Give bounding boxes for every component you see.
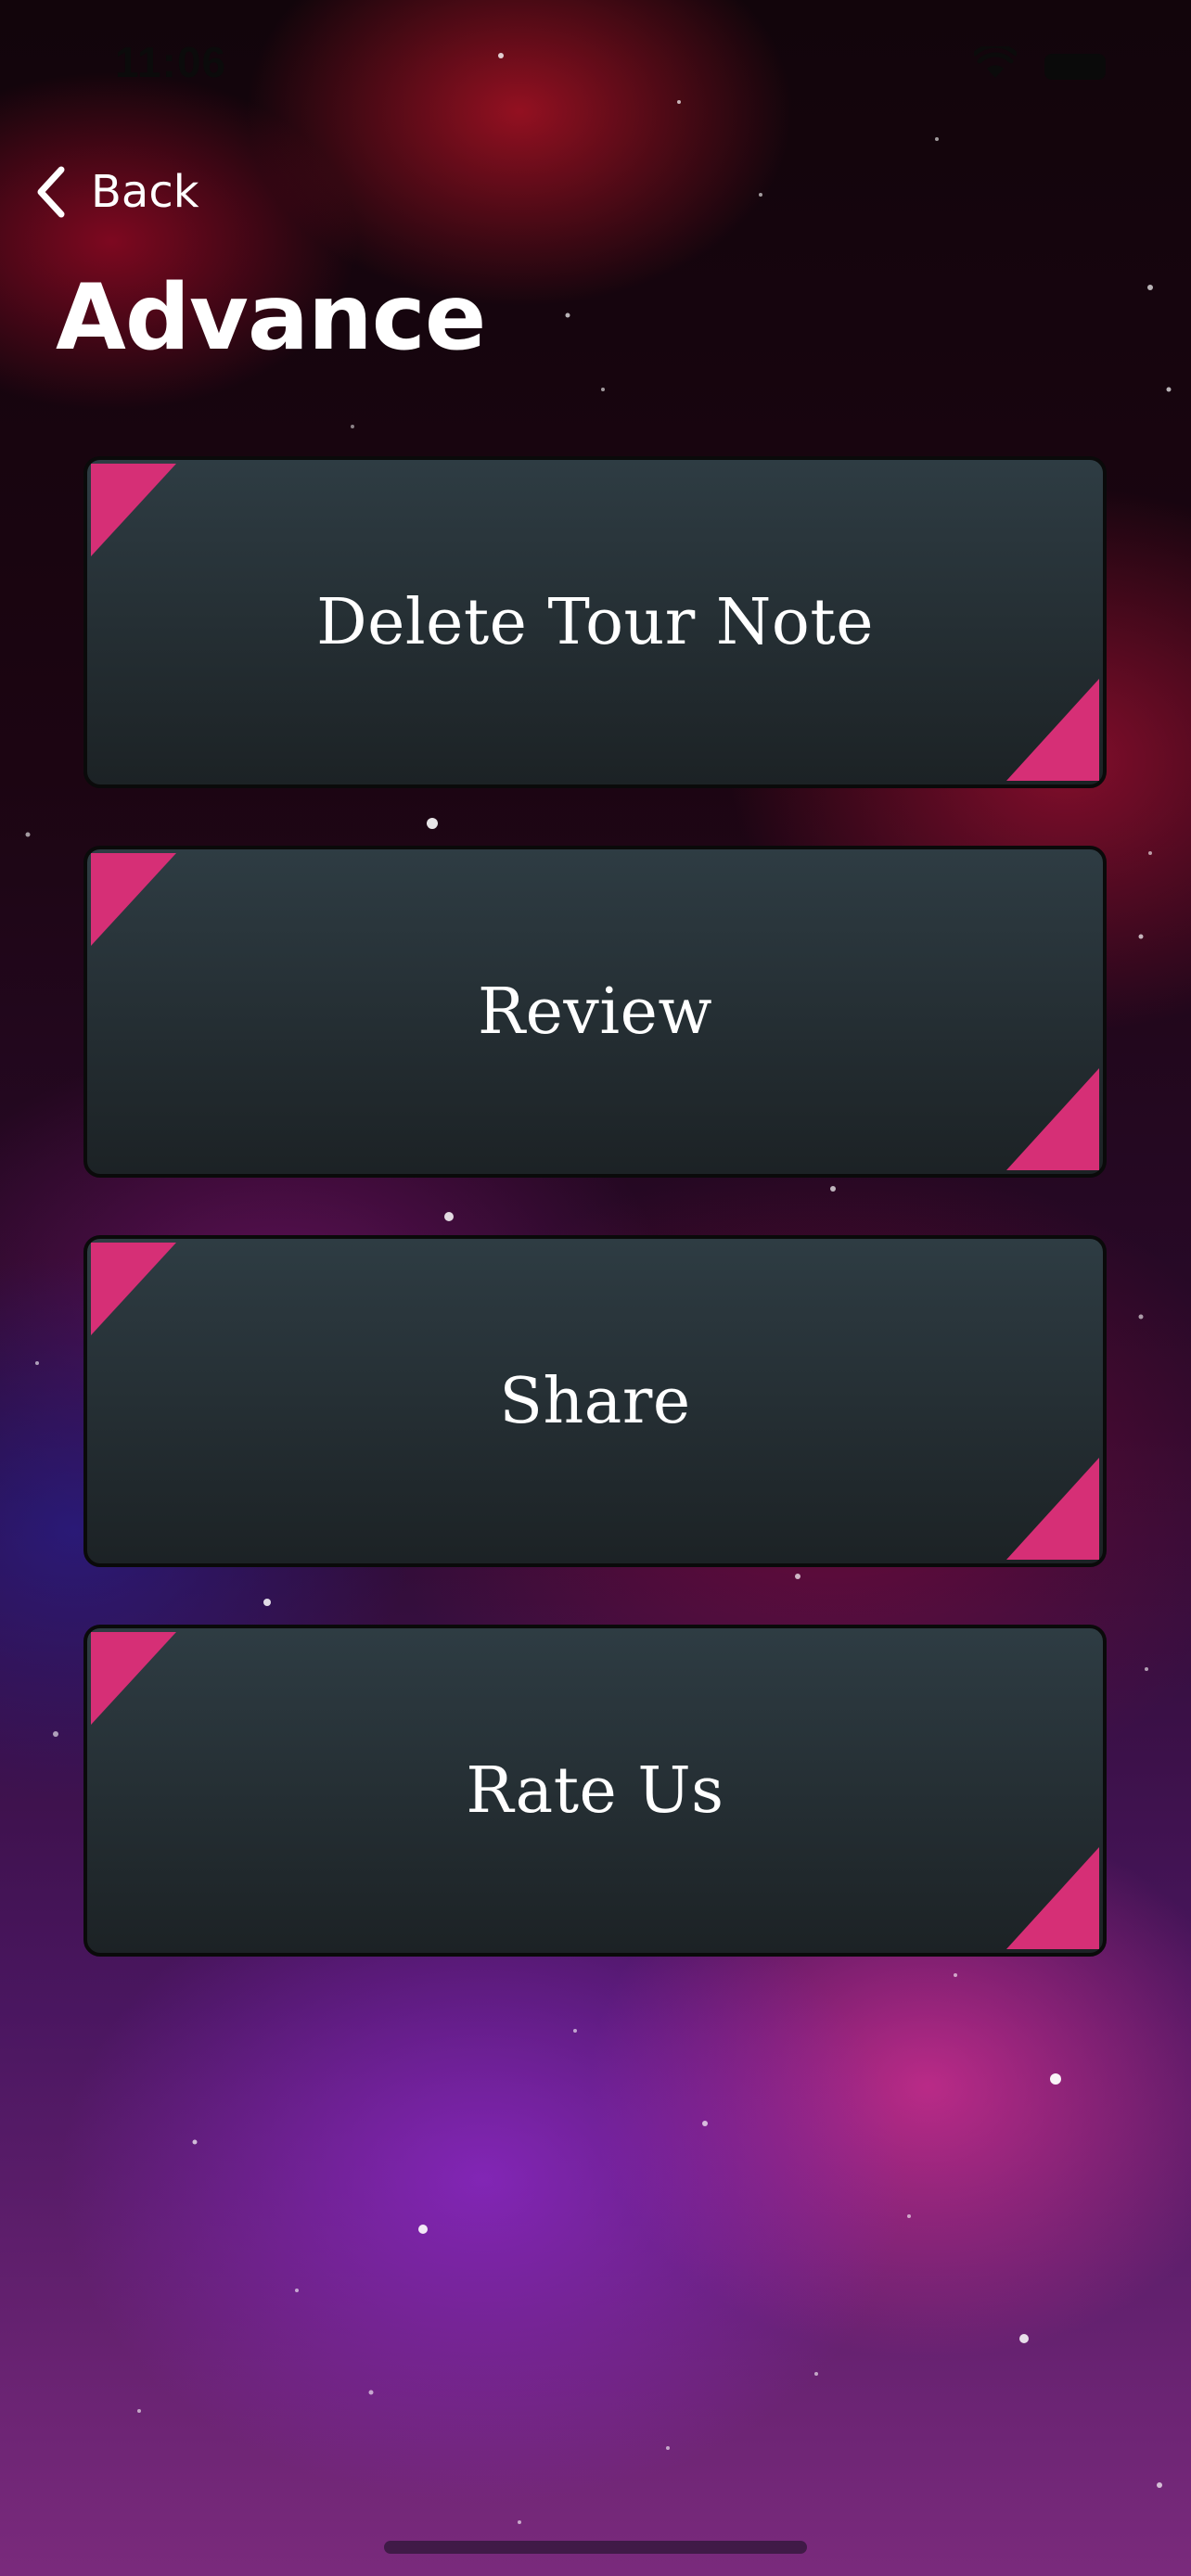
back-button[interactable]: Back — [33, 159, 199, 224]
delete-tour-note-button[interactable]: Delete Tour Note — [83, 456, 1107, 788]
review-button[interactable]: Review — [83, 846, 1107, 1178]
battery-icon — [1044, 54, 1106, 80]
back-label: Back — [91, 166, 199, 218]
home-indicator — [384, 2541, 807, 2554]
page-title: Advance — [56, 265, 486, 371]
rate-us-button[interactable]: Rate Us — [83, 1625, 1107, 1957]
button-label: Share — [499, 1364, 691, 1438]
button-label: Rate Us — [466, 1753, 724, 1828]
share-button[interactable]: Share — [83, 1235, 1107, 1567]
status-bar: 11:06 — [0, 0, 1191, 130]
chevron-left-icon — [37, 166, 65, 218]
corner-accent-icon — [1006, 1847, 1099, 1949]
corner-accent-icon — [1006, 1458, 1099, 1560]
corner-accent-icon — [1006, 1068, 1099, 1170]
corner-accent-icon — [91, 1632, 176, 1725]
status-time: 11:06 — [115, 38, 227, 86]
corner-accent-icon — [91, 1243, 176, 1335]
corner-accent-icon — [91, 853, 176, 946]
menu-button-list: Delete Tour Note Review Share Rate Us — [83, 456, 1107, 2014]
button-label: Delete Tour Note — [316, 585, 874, 659]
wifi-icon — [974, 46, 1017, 78]
corner-accent-icon — [1006, 679, 1099, 781]
button-label: Review — [477, 975, 713, 1049]
corner-accent-icon — [91, 464, 176, 556]
